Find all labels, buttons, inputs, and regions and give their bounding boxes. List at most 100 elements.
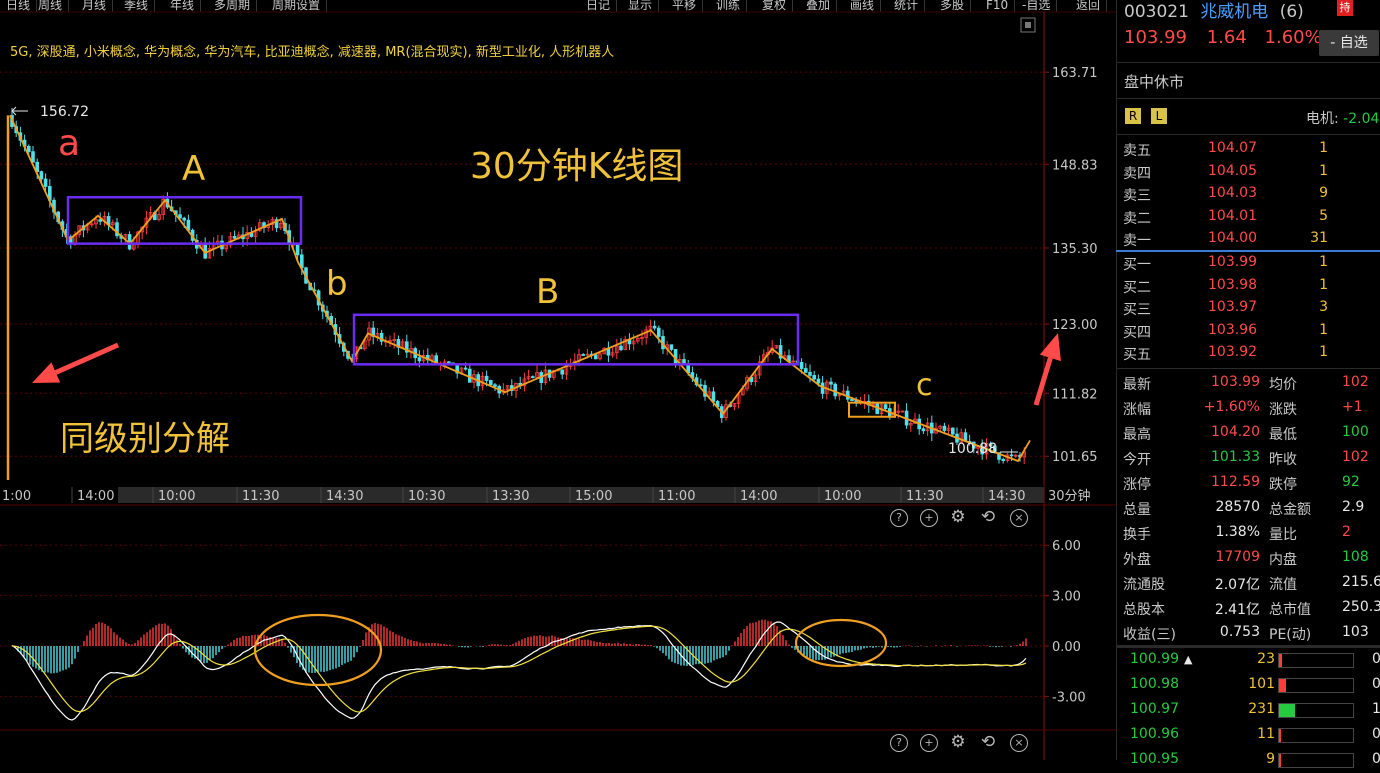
candle-body <box>493 384 497 387</box>
ask-row[interactable]: 卖三 104.03 9 <box>1116 183 1380 208</box>
concept-tags: 5G, 深股通, 小米概念, 华为概念, 华为汽车, 比亚迪概念, 减速器, M… <box>10 45 615 60</box>
stat-value: 1.38% <box>1215 524 1260 540</box>
bid-volume: 3 <box>1319 299 1328 315</box>
label-b: b <box>326 264 348 304</box>
tick-price: 100.95 <box>1130 751 1179 767</box>
ask-row[interactable]: 卖四 104.05 1 <box>1116 161 1380 186</box>
x-tick-label: 13:30 <box>492 489 529 504</box>
candle-body <box>98 219 103 222</box>
stat-value-2: 102 <box>1342 374 1369 390</box>
tick-bar-track <box>1278 678 1354 693</box>
stat-label-2: 流值 <box>1269 577 1297 593</box>
stat-value: 101.33 <box>1211 449 1260 465</box>
ask-volume: 1 <box>1319 162 1328 179</box>
candle-body <box>560 369 564 375</box>
holding-badge: 持 <box>1337 0 1353 16</box>
bid-price: 103.98 <box>1208 276 1257 293</box>
stat-label: 总量 <box>1123 502 1151 518</box>
stat-row: 总股本 2.41亿 总市值 250.3 <box>1116 596 1380 621</box>
y-tick-label: 163.71 <box>1052 66 1098 81</box>
help-icon[interactable]: ? <box>890 734 908 752</box>
y-tick-label: 123.00 <box>1052 318 1098 333</box>
stat-row: 总量 28570 总金额 2.9 <box>1116 496 1380 521</box>
help-icon[interactable]: ? <box>890 509 908 527</box>
stat-value: 104.20 <box>1211 424 1260 440</box>
stock-code: 003021 <box>1124 2 1189 22</box>
stat-label: 流通股 <box>1123 577 1165 593</box>
l-button[interactable]: L <box>1151 108 1167 124</box>
price-change: 1.64 <box>1206 27 1247 48</box>
zoom-in-icon[interactable]: + <box>920 509 938 527</box>
tick-bar-track <box>1278 653 1354 668</box>
candle-body <box>417 357 422 362</box>
candle-body <box>829 381 833 385</box>
label-c: c <box>916 368 933 403</box>
bid-row[interactable]: 买四 103.96 1 <box>1116 320 1380 345</box>
tick-volume: 101 <box>1248 676 1275 692</box>
ask-volume: 9 <box>1319 185 1328 201</box>
tick-arrow: ▲ <box>1184 653 1193 666</box>
settings-icon[interactable]: ⚙ <box>950 509 966 526</box>
candle-body <box>883 404 888 409</box>
stat-value-2: +1 <box>1342 399 1363 415</box>
candle-body <box>652 325 657 329</box>
stat-value: 112.59 <box>1211 474 1260 490</box>
bid-row[interactable]: 买二 103.98 1 <box>1116 275 1380 300</box>
stat-value: 28570 <box>1215 499 1260 515</box>
ask-price: 104.03 <box>1208 185 1257 201</box>
candle-body <box>804 368 808 373</box>
bid-row[interactable]: 买五 103.92 1 <box>1116 342 1380 367</box>
add-watchlist-button[interactable]: - 自选 <box>1319 30 1379 56</box>
stat-label-2: PE(动) <box>1269 627 1312 643</box>
stat-label-2: 量比 <box>1269 527 1297 543</box>
stat-label-2: 总市值 <box>1269 602 1311 618</box>
stat-value-2: 2 <box>1342 524 1351 540</box>
settings-icon[interactable]: ⚙ <box>950 734 966 751</box>
tick-row: 100.97 231 1 <box>1116 698 1380 723</box>
x-tick-label: 11:00 <box>658 489 695 504</box>
bid-row[interactable]: 买三 103.97 3 <box>1116 297 1380 322</box>
stat-label: 涨幅 <box>1123 402 1151 418</box>
stat-value: 17709 <box>1215 549 1260 565</box>
kline-chart[interactable]: 163.71 148.83 135.30 123.00 111.82 101.65 1:00… <box>0 0 1116 760</box>
refresh-icon[interactable]: ⟲ <box>980 509 996 526</box>
label-a: a <box>58 123 80 164</box>
tick-price: 100.97 <box>1130 701 1179 717</box>
candle-body <box>942 425 947 431</box>
candle-body <box>951 427 955 435</box>
candle-body <box>833 383 837 397</box>
stock-count: (6) <box>1279 2 1304 22</box>
decompose-label: 同级别分解 <box>60 419 230 459</box>
x-tick-label: 14:00 <box>740 489 777 504</box>
bid-row[interactable]: 买一 103.99 1 <box>1116 252 1380 277</box>
x-tick-label: 11:30 <box>242 489 279 504</box>
ask-row[interactable]: 卖二 104.01 5 <box>1116 206 1380 231</box>
arrow-head <box>1039 333 1061 362</box>
tick-bar-fill <box>1279 679 1286 692</box>
refresh-icon[interactable]: ⟲ <box>980 734 996 751</box>
tick-price: 100.96 <box>1130 726 1179 742</box>
period-label: 30分钟 <box>1048 488 1091 504</box>
stat-row: 最新 103.99 均价 102 <box>1116 371 1380 396</box>
bid-price: 103.92 <box>1208 344 1257 360</box>
tick-volume: 231 <box>1248 701 1275 717</box>
close-icon[interactable]: × <box>1010 509 1028 527</box>
tick-row: 100.95 9 0 <box>1116 748 1380 773</box>
stat-value-2: 2.9 <box>1342 499 1365 515</box>
stock-name: 兆威机电 <box>1200 2 1269 22</box>
close-icon[interactable]: × <box>1010 734 1028 752</box>
r-button[interactable]: R <box>1125 108 1141 124</box>
zoom-in-icon[interactable]: + <box>920 734 938 752</box>
candle-body <box>295 243 300 256</box>
ask-price: 104.00 <box>1208 230 1257 246</box>
stat-label-2: 最低 <box>1269 427 1297 443</box>
macd-tick-label: -3.00 <box>1052 690 1086 705</box>
stat-value-2: 92 <box>1342 474 1360 490</box>
candle-body <box>31 151 35 163</box>
last-price: 103.99 <box>1124 27 1187 48</box>
ask-row[interactable]: 卖五 104.07 1 <box>1116 138 1380 163</box>
bid-label: 买三 <box>1123 302 1151 318</box>
tick-extra: 0 <box>1372 651 1380 667</box>
sector-change: 电机: -2.04 <box>1306 108 1379 128</box>
candle-body <box>921 428 926 432</box>
